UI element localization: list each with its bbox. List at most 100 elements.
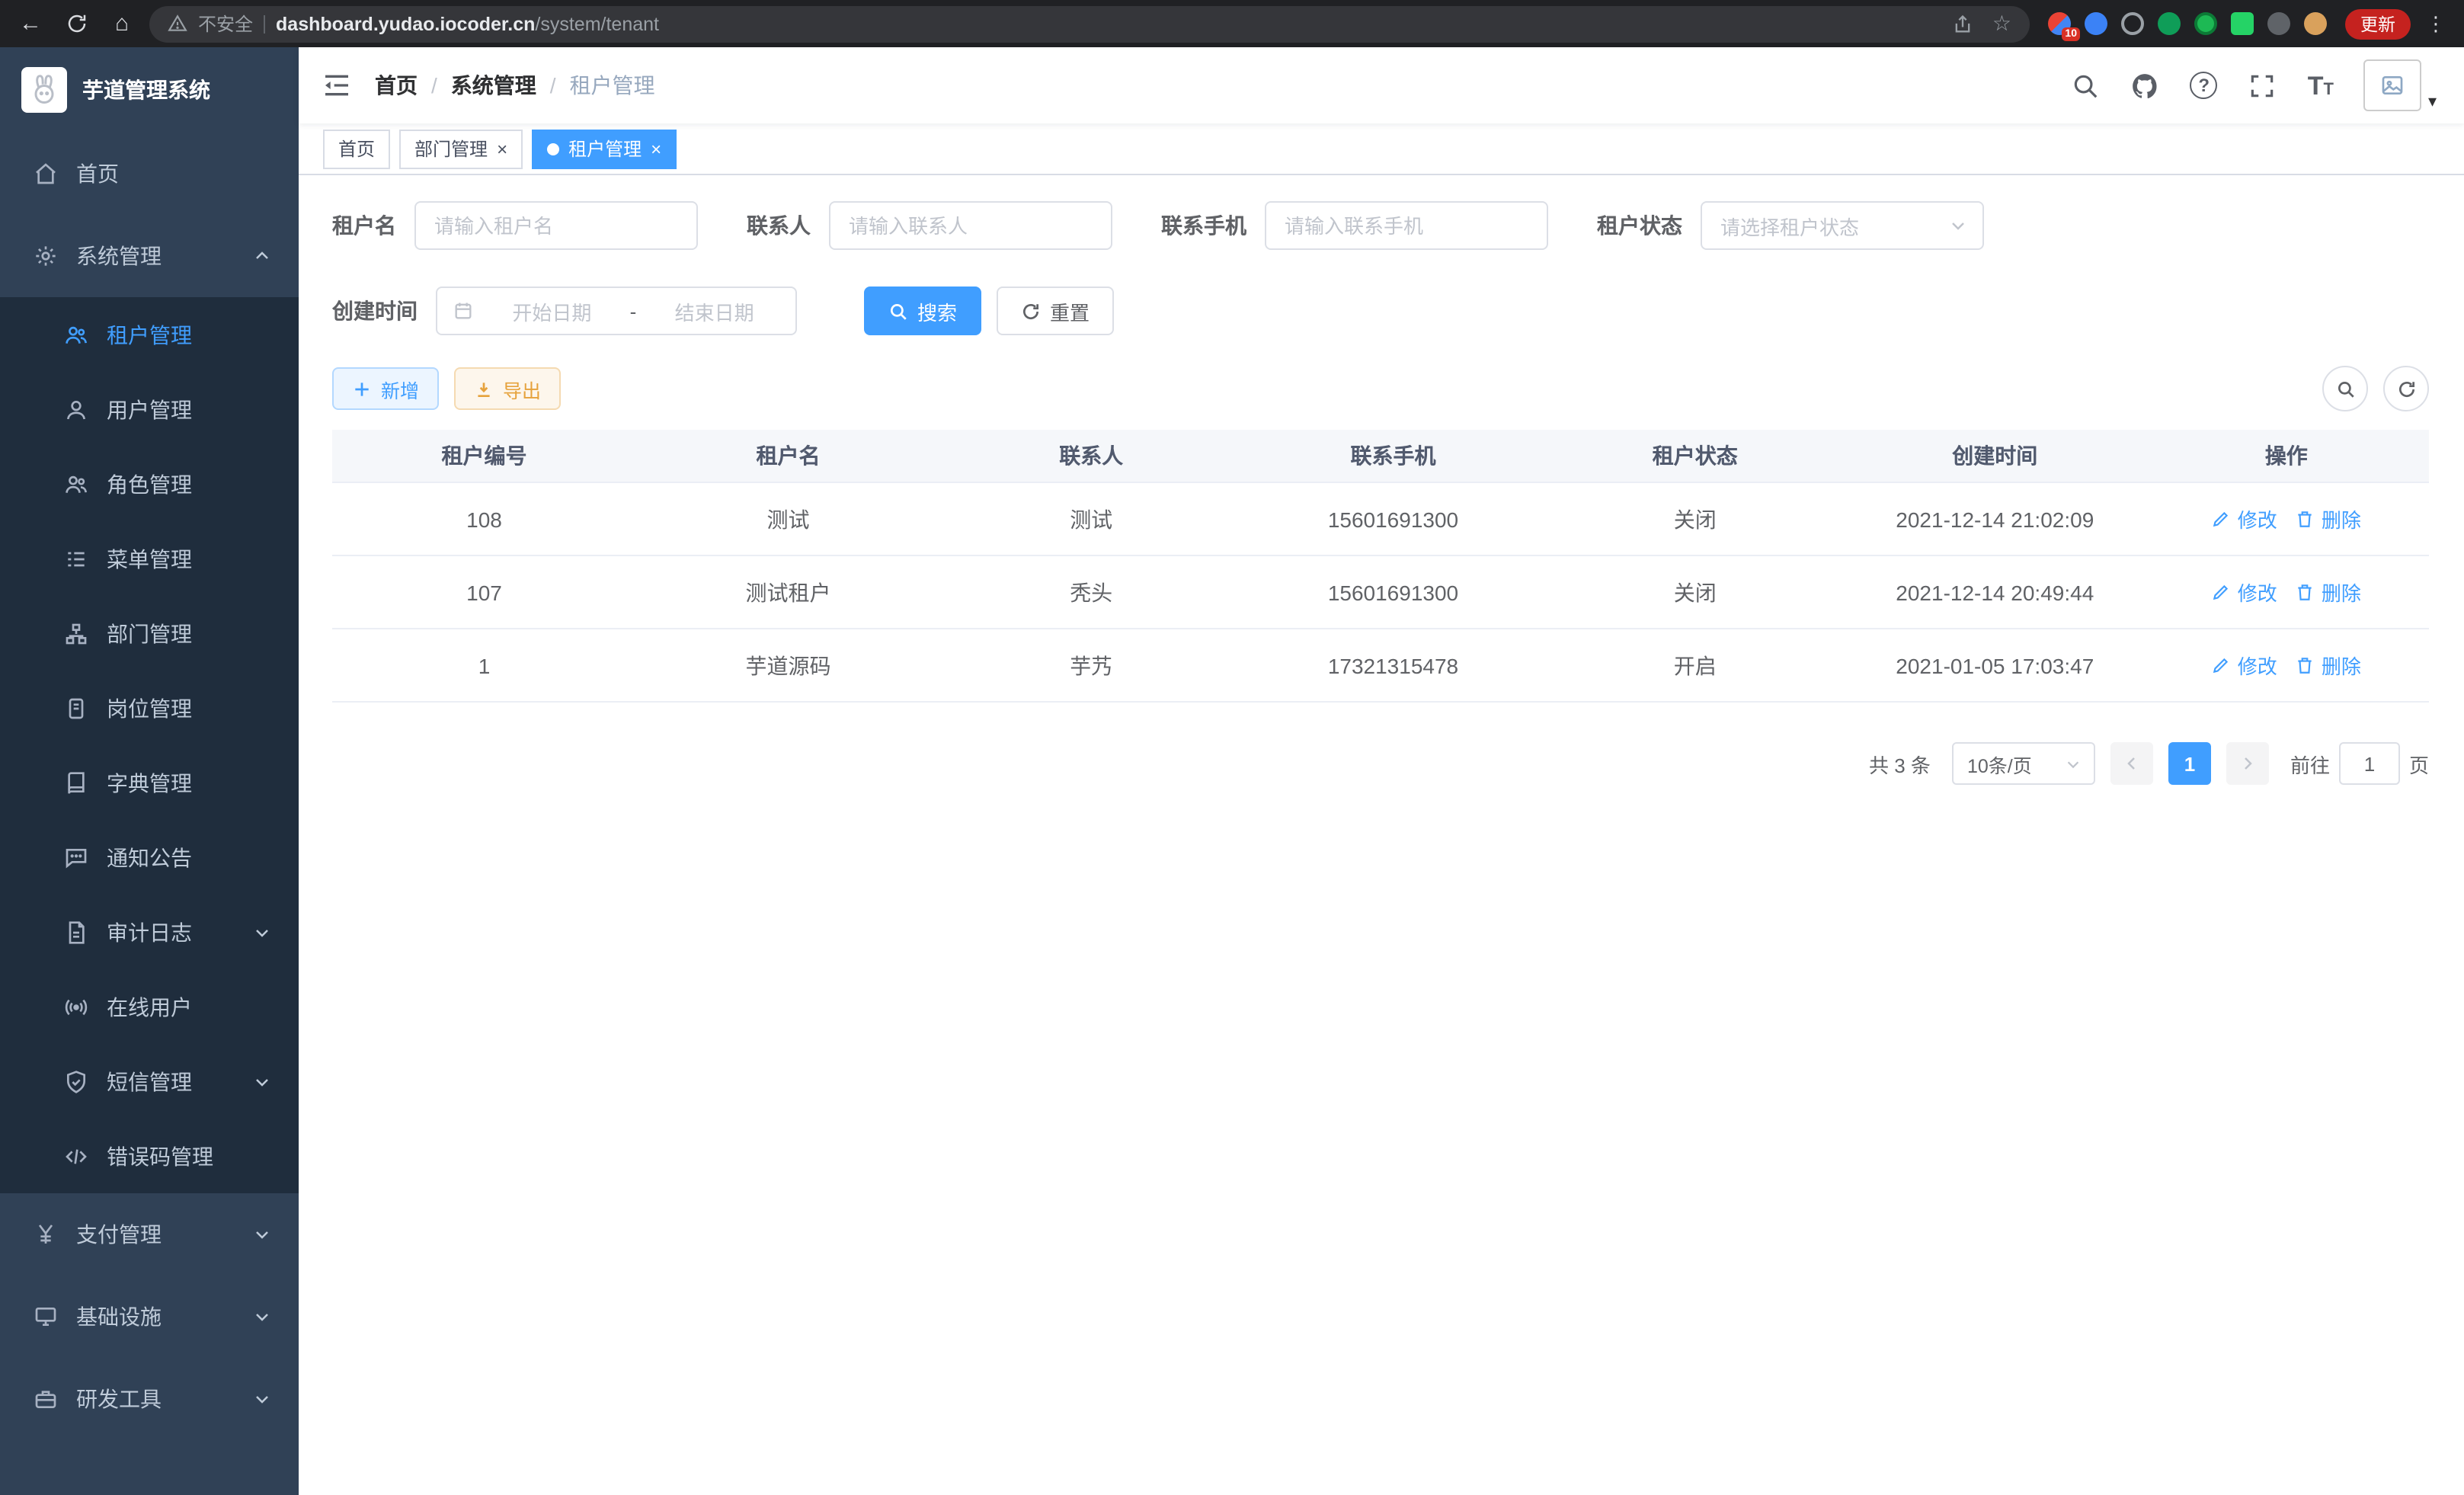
chevron-up-icon xyxy=(253,247,271,265)
bookmark-star-icon[interactable]: ☆ xyxy=(1992,11,2011,37)
close-icon[interactable]: × xyxy=(497,139,507,158)
table-header-row: 租户编号 租户名 联系人 联系手机 租户状态 创建时间 操作 xyxy=(332,430,2429,483)
extensions-strip: 10 xyxy=(2039,12,2336,35)
breadcrumb-home[interactable]: 首页 xyxy=(375,70,418,101)
extension-badge: 10 xyxy=(2062,27,2080,41)
next-page-button[interactable] xyxy=(2226,742,2269,785)
contact-input[interactable] xyxy=(829,201,1112,250)
insecure-label: 不安全 xyxy=(198,11,253,37)
yen-icon xyxy=(34,1222,58,1247)
sidebar-item-pay[interactable]: 支付管理 xyxy=(0,1193,299,1276)
home-icon[interactable]: ⌂ xyxy=(104,5,140,42)
monitor-icon xyxy=(34,1305,58,1329)
sidebar-item-tenant[interactable]: 租户管理 xyxy=(0,297,299,372)
cell-actions: 修改 删除 xyxy=(2144,483,2429,555)
delete-link[interactable]: 删除 xyxy=(2296,578,2361,607)
chevron-down-icon xyxy=(253,1225,271,1244)
cell-phone: 17321315478 xyxy=(1242,629,1544,701)
sidebar-item-errcode[interactable]: 错误码管理 xyxy=(0,1119,299,1193)
profile-avatar-icon[interactable] xyxy=(2304,12,2327,35)
date-range-input[interactable]: 开始日期 - 结束日期 xyxy=(436,287,797,335)
back-icon[interactable]: ← xyxy=(12,5,49,42)
page-size-value: 10条/页 xyxy=(1967,749,2065,778)
extension-icon-green-square[interactable] xyxy=(2231,12,2254,35)
cell-created: 2021-12-14 20:49:44 xyxy=(1846,556,2144,628)
sidebar-item-dept[interactable]: 部门管理 xyxy=(0,596,299,671)
tab-dept[interactable]: 部门管理× xyxy=(399,129,523,168)
sidebar-item-label: 部门管理 xyxy=(107,618,192,648)
sidebar-item-label: 审计日志 xyxy=(107,917,192,947)
user-avatar[interactable]: ▾ xyxy=(2364,59,2437,111)
cell-created: 2021-12-14 21:02:09 xyxy=(1846,483,2144,555)
sidebar-item-notice[interactable]: 通知公告 xyxy=(0,820,299,895)
extension-icon-dark-ring[interactable] xyxy=(2121,12,2144,35)
reload-icon[interactable] xyxy=(58,5,94,42)
sidebar-item-dict[interactable]: 字典管理 xyxy=(0,745,299,820)
extension-icon-plugin[interactable] xyxy=(2267,12,2290,35)
chrome-update-button[interactable]: 更新 xyxy=(2345,8,2411,39)
goto-page-input[interactable] xyxy=(2339,742,2400,785)
column-header: 租户名 xyxy=(636,430,940,482)
font-size-icon[interactable]: TT xyxy=(2308,72,2334,98)
show-search-button[interactable] xyxy=(2322,366,2368,411)
chrome-menu-icon[interactable]: ⋮ xyxy=(2420,11,2452,36)
edit-link[interactable]: 修改 xyxy=(2212,578,2277,607)
tab-tenant[interactable]: 租户管理 × xyxy=(532,129,677,168)
tab-label: 首页 xyxy=(338,136,375,162)
prev-page-button[interactable] xyxy=(2110,742,2153,785)
github-icon[interactable] xyxy=(2131,71,2160,100)
page-size-select[interactable]: 10条/页 xyxy=(1952,742,2095,785)
sidebar-item-system[interactable]: 系统管理 xyxy=(0,215,299,297)
sidebar-item-dev[interactable]: 研发工具 xyxy=(0,1358,299,1440)
edit-link[interactable]: 修改 xyxy=(2212,504,2277,533)
column-header: 联系手机 xyxy=(1242,430,1544,482)
export-button[interactable]: 导出 xyxy=(454,367,561,410)
sidebar-item-online[interactable]: 在线用户 xyxy=(0,969,299,1044)
fullscreen-icon[interactable] xyxy=(2248,71,2277,100)
chat-bubble-icon xyxy=(64,845,88,869)
search-icon[interactable] xyxy=(2072,71,2101,100)
cell-contact: 测试 xyxy=(940,483,1242,555)
sidebar-item-home[interactable]: 首页 xyxy=(0,133,299,215)
sidebar-item-sms[interactable]: 短信管理 xyxy=(0,1044,299,1119)
share-icon[interactable] xyxy=(1953,13,1974,34)
extension-icon-dark-green[interactable] xyxy=(2158,12,2181,35)
extension-icon-blue[interactable] xyxy=(2085,12,2107,35)
app-title: 芋道管理系统 xyxy=(82,75,210,105)
sidebar-item-post[interactable]: 岗位管理 xyxy=(0,671,299,745)
sidebar-item-menu[interactable]: 菜单管理 xyxy=(0,521,299,596)
extension-icon-colored[interactable]: 10 xyxy=(2048,12,2071,35)
sidebar-item-role[interactable]: 角色管理 xyxy=(0,447,299,521)
sidebar-item-user[interactable]: 用户管理 xyxy=(0,372,299,447)
sidebar-toggle-icon[interactable] xyxy=(299,47,375,123)
chevron-down-icon xyxy=(253,1072,271,1090)
chevron-left-icon xyxy=(2123,754,2141,773)
help-icon[interactable]: ? xyxy=(2190,72,2218,99)
url-bar[interactable]: 不安全 dashboard.yudao.iocoder.cn/system/te… xyxy=(149,5,2030,42)
tenant-name-input[interactable] xyxy=(414,201,698,250)
chevron-down-icon xyxy=(253,923,271,941)
extension-icon-green-circle[interactable] xyxy=(2194,12,2217,35)
close-icon[interactable]: × xyxy=(651,139,661,158)
refresh-icon xyxy=(2396,379,2416,399)
sidebar-item-infra[interactable]: 基础设施 xyxy=(0,1276,299,1358)
reset-button[interactable]: 重置 xyxy=(997,287,1114,335)
add-button[interactable]: 新增 xyxy=(332,367,439,410)
sidebar-item-label: 菜单管理 xyxy=(107,543,192,574)
status-select[interactable]: 请选择租户状态 xyxy=(1701,201,1984,250)
table-row: 107 测试租户 秃头 15601691300 关闭 2021-12-14 20… xyxy=(332,556,2429,629)
pagination-total: 共 3 条 xyxy=(1869,749,1931,778)
tab-home[interactable]: 首页 xyxy=(323,129,390,168)
delete-link[interactable]: 删除 xyxy=(2296,651,2361,680)
phone-input[interactable] xyxy=(1265,201,1548,250)
breadcrumb-system[interactable]: 系统管理 xyxy=(451,70,536,101)
refresh-table-button[interactable] xyxy=(2383,366,2429,411)
status-placeholder: 请选择租户状态 xyxy=(1720,211,1949,240)
cell-tenant-name: 芋道源码 xyxy=(636,629,940,701)
sidebar-item-audit[interactable]: 审计日志 xyxy=(0,895,299,969)
edit-link[interactable]: 修改 xyxy=(2212,651,2277,680)
delete-link[interactable]: 删除 xyxy=(2296,504,2361,533)
tab-label: 租户管理 xyxy=(568,136,642,162)
search-button[interactable]: 搜索 xyxy=(864,287,981,335)
page-number-button[interactable]: 1 xyxy=(2168,742,2211,785)
